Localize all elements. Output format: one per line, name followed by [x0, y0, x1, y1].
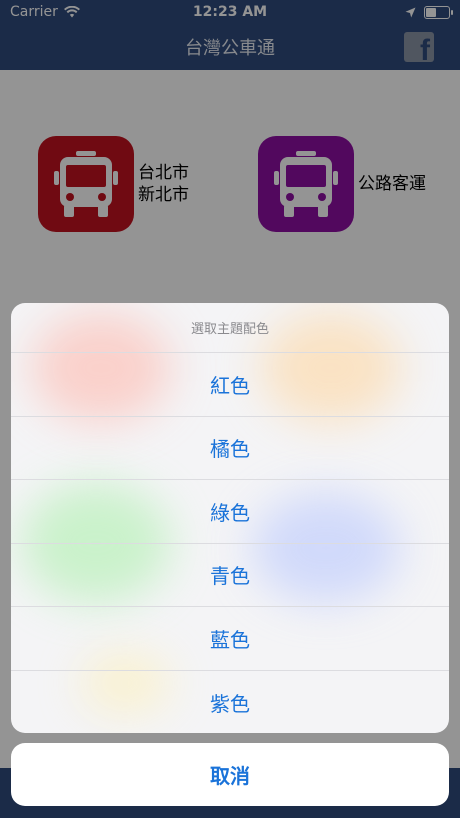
option-orange[interactable]: 橘色	[11, 417, 449, 480]
option-cyan[interactable]: 青色	[11, 544, 449, 607]
option-purple[interactable]: 紫色	[11, 671, 449, 734]
option-blue[interactable]: 藍色	[11, 607, 449, 671]
cancel-button[interactable]: 取消	[11, 743, 449, 806]
option-green[interactable]: 綠色	[11, 480, 449, 544]
option-red[interactable]: 紅色	[11, 353, 449, 417]
theme-color-sheet: 選取主題配色 紅色 橘色 綠色 青色 藍色 紫色	[11, 303, 449, 733]
sheet-title: 選取主題配色	[11, 303, 449, 353]
